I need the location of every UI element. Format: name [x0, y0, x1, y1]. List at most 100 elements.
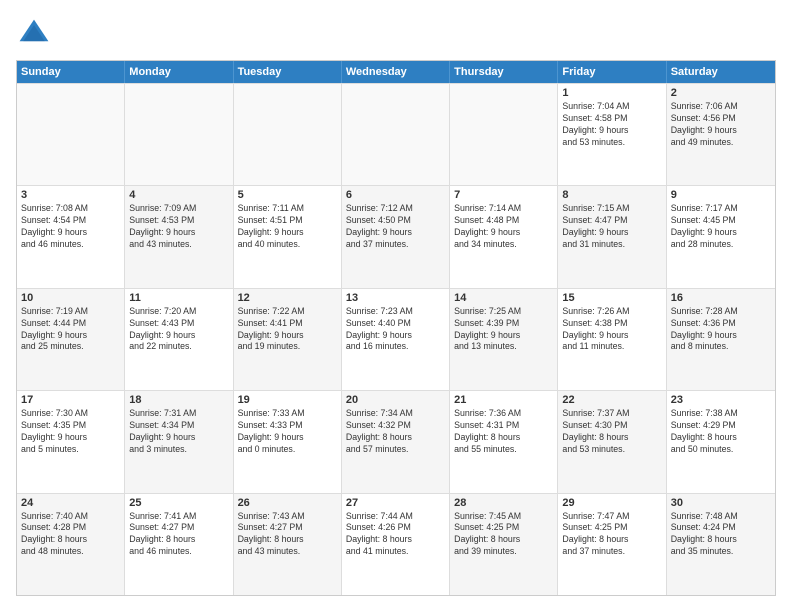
- day-number: 8: [562, 189, 661, 201]
- day-info: Sunrise: 7:38 AM Sunset: 4:29 PM Dayligh…: [671, 408, 771, 456]
- weekday-header-saturday: Saturday: [667, 61, 775, 83]
- cal-cell: 11Sunrise: 7:20 AM Sunset: 4:43 PM Dayli…: [125, 289, 233, 390]
- cal-cell: 24 Sunrise: 7:40 AM Sunset: 4:28 PM Dayli…: [17, 494, 125, 595]
- cal-cell: 19Sunrise: 7:33 AM Sunset: 4:33 PM Dayli…: [234, 391, 342, 492]
- day-number: 21: [454, 394, 553, 406]
- day-info: Sunrise: 7:19 AM Sunset: 4:44 PM Dayligh…: [21, 306, 120, 354]
- day-info: Sunrise: 7:25 AM Sunset: 4:39 PM Dayligh…: [454, 306, 553, 354]
- day-number: 14: [454, 292, 553, 304]
- day-number: 3: [21, 189, 120, 201]
- day-number: 22: [562, 394, 661, 406]
- day-number: 11: [129, 292, 228, 304]
- day-info: Sunrise: 7:31 AM Sunset: 4:34 PM Dayligh…: [129, 408, 228, 456]
- day-number: 27: [346, 497, 445, 509]
- day-info: Sunrise: 7:28 AM Sunset: 4:36 PM Dayligh…: [671, 306, 771, 354]
- weekday-header-friday: Friday: [558, 61, 666, 83]
- day-info: Sunrise: 7:14 AM Sunset: 4:48 PM Dayligh…: [454, 203, 553, 251]
- cal-cell: 3 Sunrise: 7:08 AM Sunset: 4:54 PM Daylig…: [17, 186, 125, 287]
- day-number: 17: [21, 394, 120, 406]
- cal-cell: 25Sunrise: 7:41 AM Sunset: 4:27 PM Dayli…: [125, 494, 233, 595]
- day-number: 4: [129, 189, 228, 201]
- day-number: 18: [129, 394, 228, 406]
- weekday-header-monday: Monday: [125, 61, 233, 83]
- day-info: Sunrise: 7:44 AM Sunset: 4:26 PM Dayligh…: [346, 511, 445, 559]
- day-info: Sunrise: 7:11 AM Sunset: 4:51 PM Dayligh…: [238, 203, 337, 251]
- cal-cell: 13Sunrise: 7:23 AM Sunset: 4:40 PM Dayli…: [342, 289, 450, 390]
- cal-cell: 17 Sunrise: 7:30 AM Sunset: 4:35 PM Dayli…: [17, 391, 125, 492]
- day-number: 7: [454, 189, 553, 201]
- cal-cell: 8 Sunrise: 7:15 AM Sunset: 4:47 PM Daylig…: [558, 186, 666, 287]
- day-number: 5: [238, 189, 337, 201]
- calendar-body: 1Sunrise: 7:04 AM Sunset: 4:58 PM Daylig…: [17, 83, 775, 595]
- week-row-5: 24 Sunrise: 7:40 AM Sunset: 4:28 PM Dayli…: [17, 493, 775, 595]
- day-info: Sunrise: 7:45 AM Sunset: 4:25 PM Dayligh…: [454, 511, 553, 559]
- week-row-2: 3 Sunrise: 7:08 AM Sunset: 4:54 PM Daylig…: [17, 185, 775, 287]
- cal-cell: 22 Sunrise: 7:37 AM Sunset: 4:30 PM Dayli…: [558, 391, 666, 492]
- cal-cell: [450, 84, 558, 185]
- cal-cell: 1Sunrise: 7:04 AM Sunset: 4:58 PM Daylig…: [558, 84, 666, 185]
- cal-cell: [17, 84, 125, 185]
- cal-cell: 15 Sunrise: 7:26 AM Sunset: 4:38 PM Dayli…: [558, 289, 666, 390]
- day-number: 26: [238, 497, 337, 509]
- day-info: Sunrise: 7:40 AM Sunset: 4:28 PM Dayligh…: [21, 511, 120, 559]
- day-number: 20: [346, 394, 445, 406]
- day-info: Sunrise: 7:30 AM Sunset: 4:35 PM Dayligh…: [21, 408, 120, 456]
- page: SundayMondayTuesdayWednesdayThursdayFrid…: [0, 0, 792, 612]
- day-number: 24: [21, 497, 120, 509]
- day-number: 10: [21, 292, 120, 304]
- day-number: 12: [238, 292, 337, 304]
- day-number: 2: [671, 87, 771, 99]
- cal-cell: 9 Sunrise: 7:17 AM Sunset: 4:45 PM Daylig…: [667, 186, 775, 287]
- header: [16, 16, 776, 52]
- cal-cell: 28 Sunrise: 7:45 AM Sunset: 4:25 PM Dayli…: [450, 494, 558, 595]
- week-row-3: 10 Sunrise: 7:19 AM Sunset: 4:44 PM Dayli…: [17, 288, 775, 390]
- day-info: Sunrise: 7:34 AM Sunset: 4:32 PM Dayligh…: [346, 408, 445, 456]
- calendar-header: SundayMondayTuesdayWednesdayThursdayFrid…: [17, 61, 775, 83]
- cal-cell: 10 Sunrise: 7:19 AM Sunset: 4:44 PM Dayli…: [17, 289, 125, 390]
- day-info: Sunrise: 7:36 AM Sunset: 4:31 PM Dayligh…: [454, 408, 553, 456]
- cal-cell: 18 Sunrise: 7:31 AM Sunset: 4:34 PM Dayli…: [125, 391, 233, 492]
- cal-cell: 21 Sunrise: 7:36 AM Sunset: 4:31 PM Dayli…: [450, 391, 558, 492]
- day-number: 15: [562, 292, 661, 304]
- day-info: Sunrise: 7:48 AM Sunset: 4:24 PM Dayligh…: [671, 511, 771, 559]
- weekday-header-sunday: Sunday: [17, 61, 125, 83]
- cal-cell: 6 Sunrise: 7:12 AM Sunset: 4:50 PM Daylig…: [342, 186, 450, 287]
- weekday-header-thursday: Thursday: [450, 61, 558, 83]
- week-row-4: 17 Sunrise: 7:30 AM Sunset: 4:35 PM Dayli…: [17, 390, 775, 492]
- cal-cell: 7 Sunrise: 7:14 AM Sunset: 4:48 PM Daylig…: [450, 186, 558, 287]
- day-number: 23: [671, 394, 771, 406]
- day-number: 9: [671, 189, 771, 201]
- cal-cell: 2 Sunrise: 7:06 AM Sunset: 4:56 PM Daylig…: [667, 84, 775, 185]
- day-info: Sunrise: 7:43 AM Sunset: 4:27 PM Dayligh…: [238, 511, 337, 559]
- cal-cell: 23 Sunrise: 7:38 AM Sunset: 4:29 PM Dayli…: [667, 391, 775, 492]
- logo-icon: [16, 16, 52, 52]
- day-info: Sunrise: 7:22 AM Sunset: 4:41 PM Dayligh…: [238, 306, 337, 354]
- day-number: 19: [238, 394, 337, 406]
- day-info: Sunrise: 7:06 AM Sunset: 4:56 PM Dayligh…: [671, 101, 771, 149]
- day-info: Sunrise: 7:37 AM Sunset: 4:30 PM Dayligh…: [562, 408, 661, 456]
- day-info: Sunrise: 7:41 AM Sunset: 4:27 PM Dayligh…: [129, 511, 228, 559]
- cal-cell: [342, 84, 450, 185]
- week-row-1: 1Sunrise: 7:04 AM Sunset: 4:58 PM Daylig…: [17, 83, 775, 185]
- day-number: 6: [346, 189, 445, 201]
- cal-cell: 29Sunrise: 7:47 AM Sunset: 4:25 PM Dayli…: [558, 494, 666, 595]
- day-number: 29: [562, 497, 661, 509]
- weekday-header-tuesday: Tuesday: [234, 61, 342, 83]
- cal-cell: 26 Sunrise: 7:43 AM Sunset: 4:27 PM Dayli…: [234, 494, 342, 595]
- day-info: Sunrise: 7:26 AM Sunset: 4:38 PM Dayligh…: [562, 306, 661, 354]
- day-number: 16: [671, 292, 771, 304]
- cal-cell: 30 Sunrise: 7:48 AM Sunset: 4:24 PM Dayli…: [667, 494, 775, 595]
- day-info: Sunrise: 7:17 AM Sunset: 4:45 PM Dayligh…: [671, 203, 771, 251]
- day-info: Sunrise: 7:08 AM Sunset: 4:54 PM Dayligh…: [21, 203, 120, 251]
- logo: [16, 16, 56, 52]
- cal-cell: 12 Sunrise: 7:22 AM Sunset: 4:41 PM Dayli…: [234, 289, 342, 390]
- cal-cell: 20 Sunrise: 7:34 AM Sunset: 4:32 PM Dayli…: [342, 391, 450, 492]
- day-info: Sunrise: 7:04 AM Sunset: 4:58 PM Dayligh…: [562, 101, 661, 149]
- day-info: Sunrise: 7:12 AM Sunset: 4:50 PM Dayligh…: [346, 203, 445, 251]
- cal-cell: [125, 84, 233, 185]
- weekday-header-wednesday: Wednesday: [342, 61, 450, 83]
- day-info: Sunrise: 7:15 AM Sunset: 4:47 PM Dayligh…: [562, 203, 661, 251]
- day-number: 28: [454, 497, 553, 509]
- day-info: Sunrise: 7:23 AM Sunset: 4:40 PM Dayligh…: [346, 306, 445, 354]
- day-number: 30: [671, 497, 771, 509]
